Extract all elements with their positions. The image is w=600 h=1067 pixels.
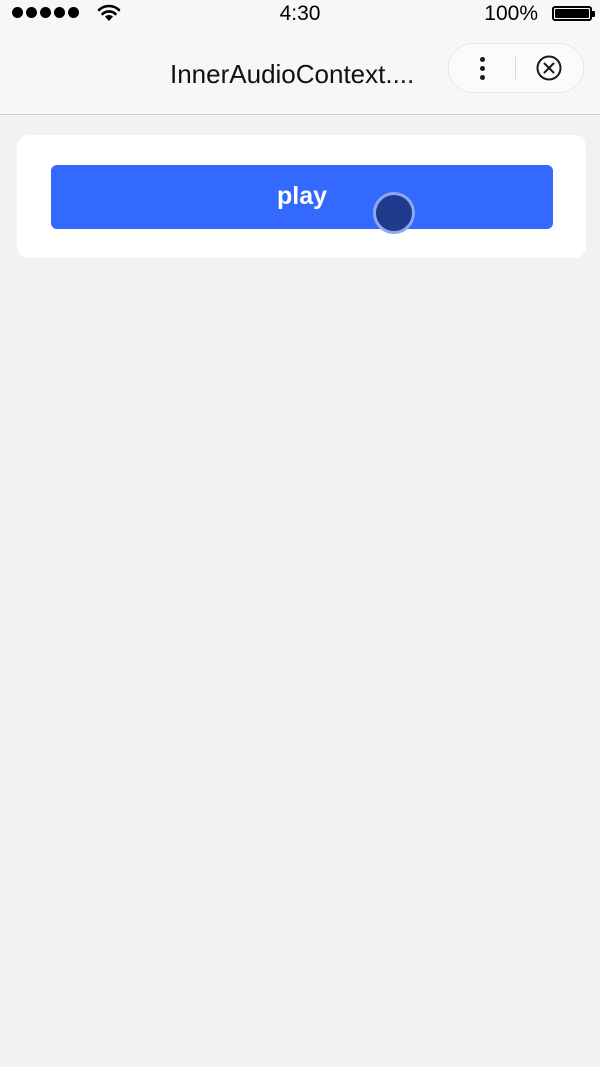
battery-icon — [552, 6, 595, 21]
battery-percentage: 100% — [484, 2, 538, 25]
play-button[interactable]: play — [51, 165, 553, 229]
close-circle-icon[interactable] — [535, 54, 563, 82]
mini-program-capsule — [448, 43, 584, 93]
capsule-divider — [515, 57, 516, 79]
status-bar: 4:30 100% — [0, 0, 600, 30]
more-dots-icon[interactable] — [465, 44, 499, 92]
navigation-bar: InnerAudioContext.... — [0, 30, 600, 115]
page-title: InnerAudioContext.... — [170, 59, 415, 89]
touch-indicator — [373, 192, 415, 234]
content-card: play — [17, 135, 586, 258]
